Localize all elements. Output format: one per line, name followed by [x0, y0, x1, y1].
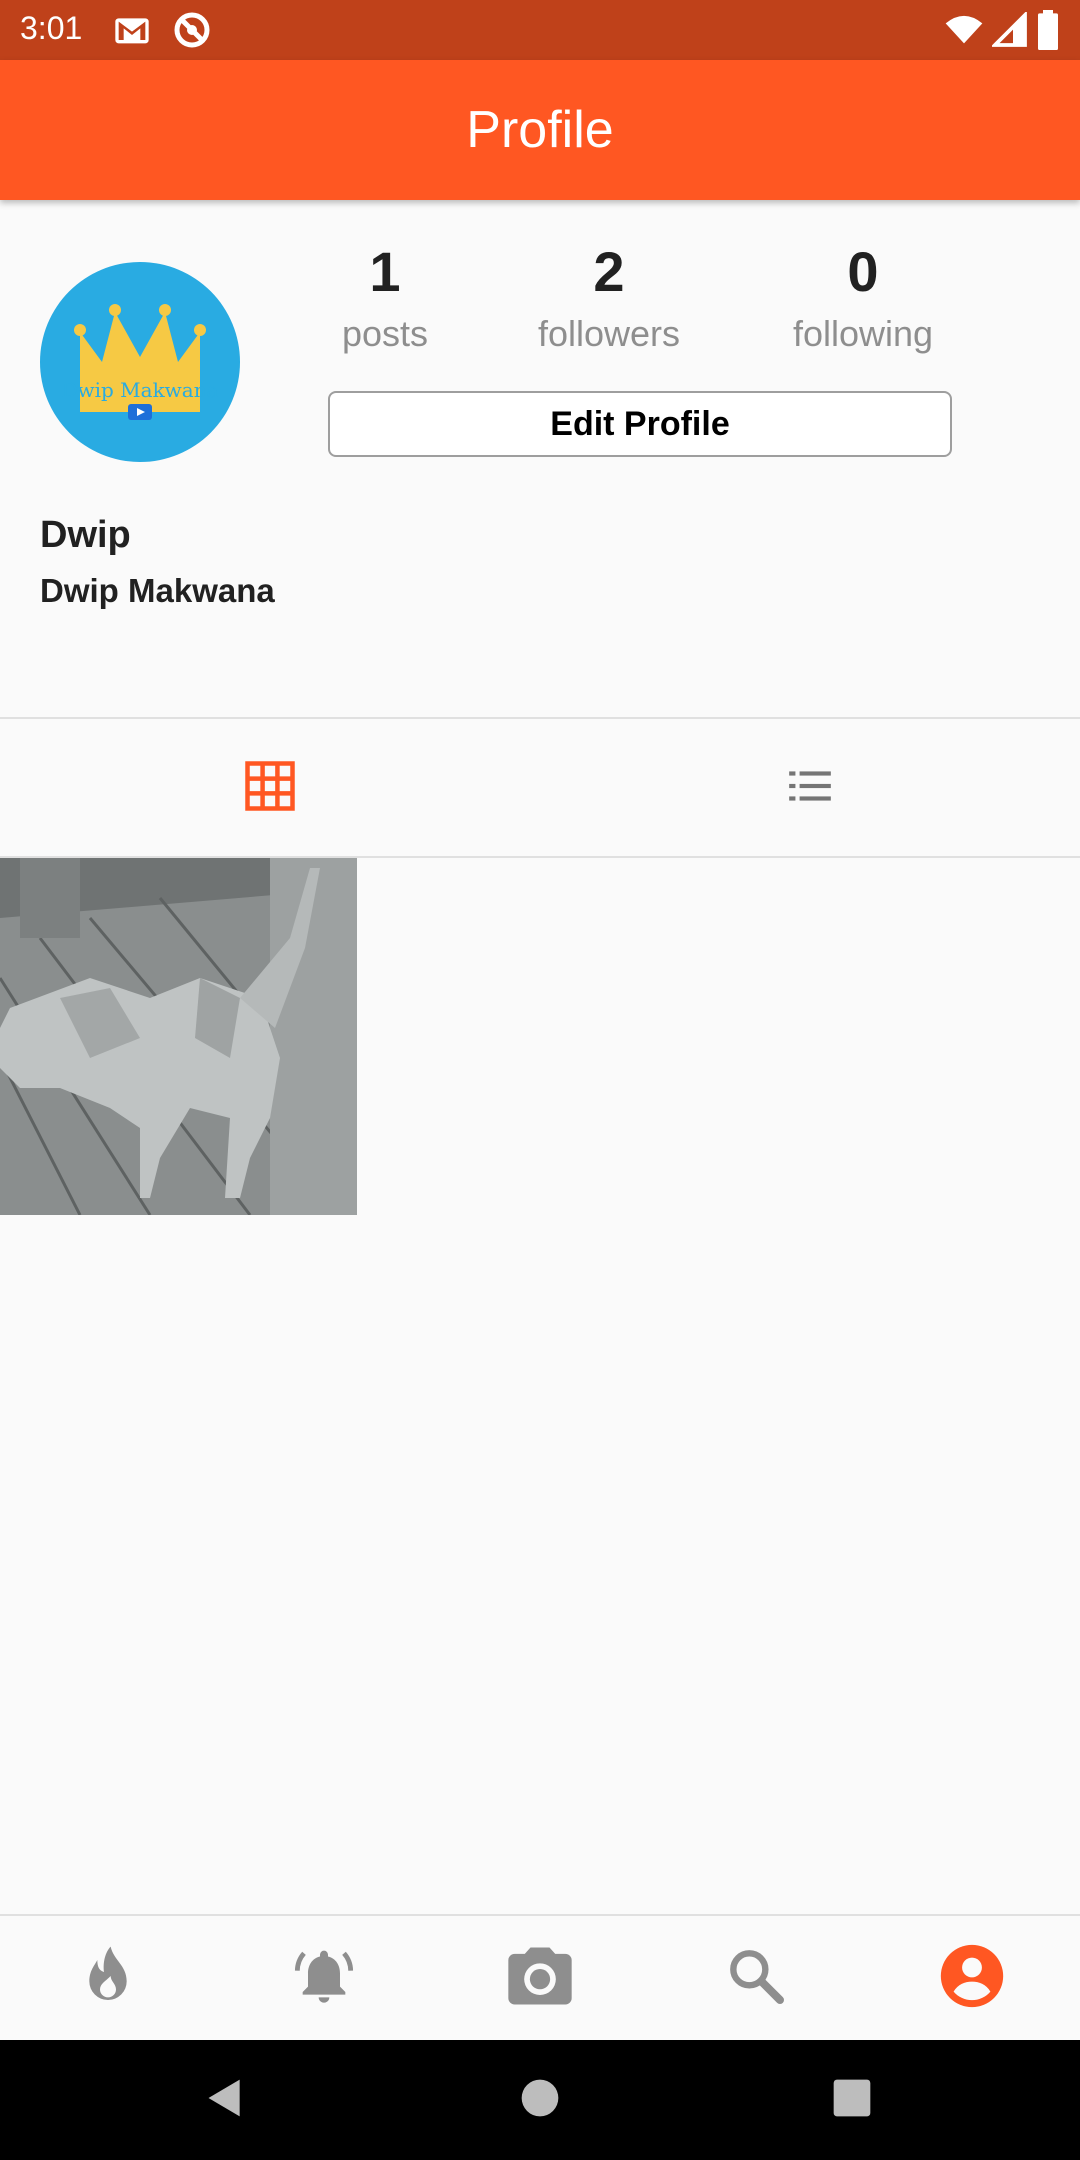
- cellular-signal-icon: [990, 10, 1028, 53]
- following-count: 0: [847, 240, 879, 303]
- system-navigation-bar: [0, 2040, 1080, 2160]
- camera-icon: [502, 1938, 578, 2019]
- posts-count: 1: [369, 240, 401, 303]
- flame-icon: [76, 1944, 140, 2013]
- home-icon: [520, 2078, 560, 2123]
- bottom-navigation: [0, 1914, 1080, 2040]
- nav-item-camera[interactable]: [432, 1916, 648, 2040]
- nav-item-notifications[interactable]: [216, 1916, 432, 2040]
- recents-button[interactable]: [822, 2070, 882, 2130]
- post-thumbnail[interactable]: [0, 858, 357, 1215]
- nav-item-search[interactable]: [648, 1916, 864, 2040]
- svg-text:Dwip Makwana: Dwip Makwana: [61, 378, 218, 402]
- tab-list-view[interactable]: [540, 718, 1080, 858]
- following-label: following: [792, 313, 934, 354]
- list-icon: [785, 761, 835, 816]
- gmail-icon: [112, 10, 152, 55]
- back-icon: [203, 2076, 247, 2125]
- followers-count: 2: [593, 240, 625, 303]
- nav-item-profile[interactable]: [864, 1916, 1080, 2040]
- home-button[interactable]: [510, 2070, 570, 2130]
- crown-logo-image: Dwip Makwana: [61, 304, 219, 420]
- status-bar: 3:01: [0, 0, 1080, 60]
- notification-bell-icon: [292, 1944, 356, 2013]
- username: Dwip: [40, 514, 131, 556]
- posts-stat[interactable]: 1 posts: [275, 236, 495, 360]
- posts-label: posts: [341, 313, 429, 354]
- dog-photo-image: [0, 858, 357, 1215]
- search-icon: [724, 1944, 788, 2013]
- battery-icon: [1036, 10, 1060, 55]
- avatar[interactable]: Dwip Makwana: [40, 262, 240, 462]
- recents-icon: [832, 2078, 872, 2123]
- nav-item-feed[interactable]: [0, 1916, 216, 2040]
- status-time: 3:01: [20, 10, 83, 46]
- app-bar: Profile: [0, 60, 1080, 200]
- full-name: Dwip Makwana: [40, 572, 275, 609]
- followers-label: followers: [537, 313, 681, 354]
- wifi-icon: [944, 10, 984, 55]
- followers-stat[interactable]: 2 followers: [499, 236, 719, 360]
- grid-icon: [243, 759, 297, 818]
- edit-profile-button[interactable]: Edit Profile: [328, 391, 952, 457]
- following-stat[interactable]: 0 following: [753, 236, 973, 360]
- back-button[interactable]: [195, 2070, 255, 2130]
- page-title: Profile: [466, 101, 614, 159]
- account-circle-icon: [938, 1942, 1006, 2015]
- data-saver-icon: [172, 10, 212, 55]
- tab-grid-view[interactable]: [0, 718, 540, 858]
